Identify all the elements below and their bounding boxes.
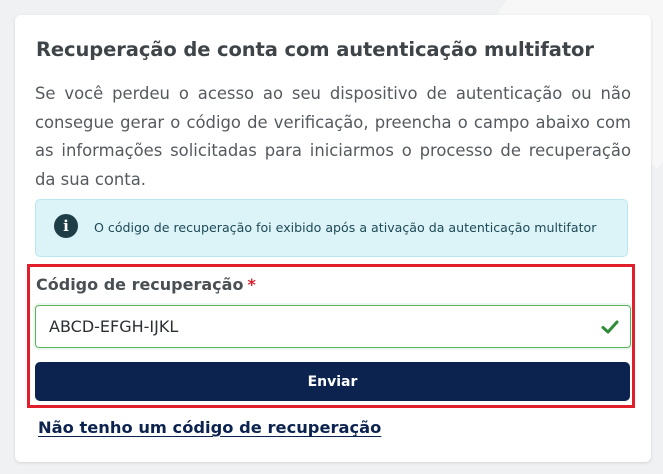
recovery-code-label: Código de recuperação * [36, 275, 256, 294]
no-code-link[interactable]: Não tenho um código de recuperação [38, 418, 381, 437]
submit-button[interactable]: Enviar [35, 362, 630, 401]
info-icon: i [54, 214, 78, 238]
info-alert: i O código de recuperação foi exibido ap… [35, 199, 628, 257]
check-icon [601, 320, 619, 334]
recovery-code-label-text: Código de recuperação [36, 275, 244, 294]
required-asterisk: * [247, 275, 256, 294]
recovery-card: Recuperação de conta com autenticação mu… [15, 15, 651, 462]
recovery-code-input[interactable] [36, 306, 630, 347]
info-alert-text: O código de recuperação foi exibido após… [94, 220, 597, 235]
page-title: Recuperação de conta com autenticação mu… [36, 38, 594, 61]
recovery-code-field [35, 305, 631, 348]
description-text: Se você perdeu o acesso ao seu dispositi… [35, 84, 631, 189]
